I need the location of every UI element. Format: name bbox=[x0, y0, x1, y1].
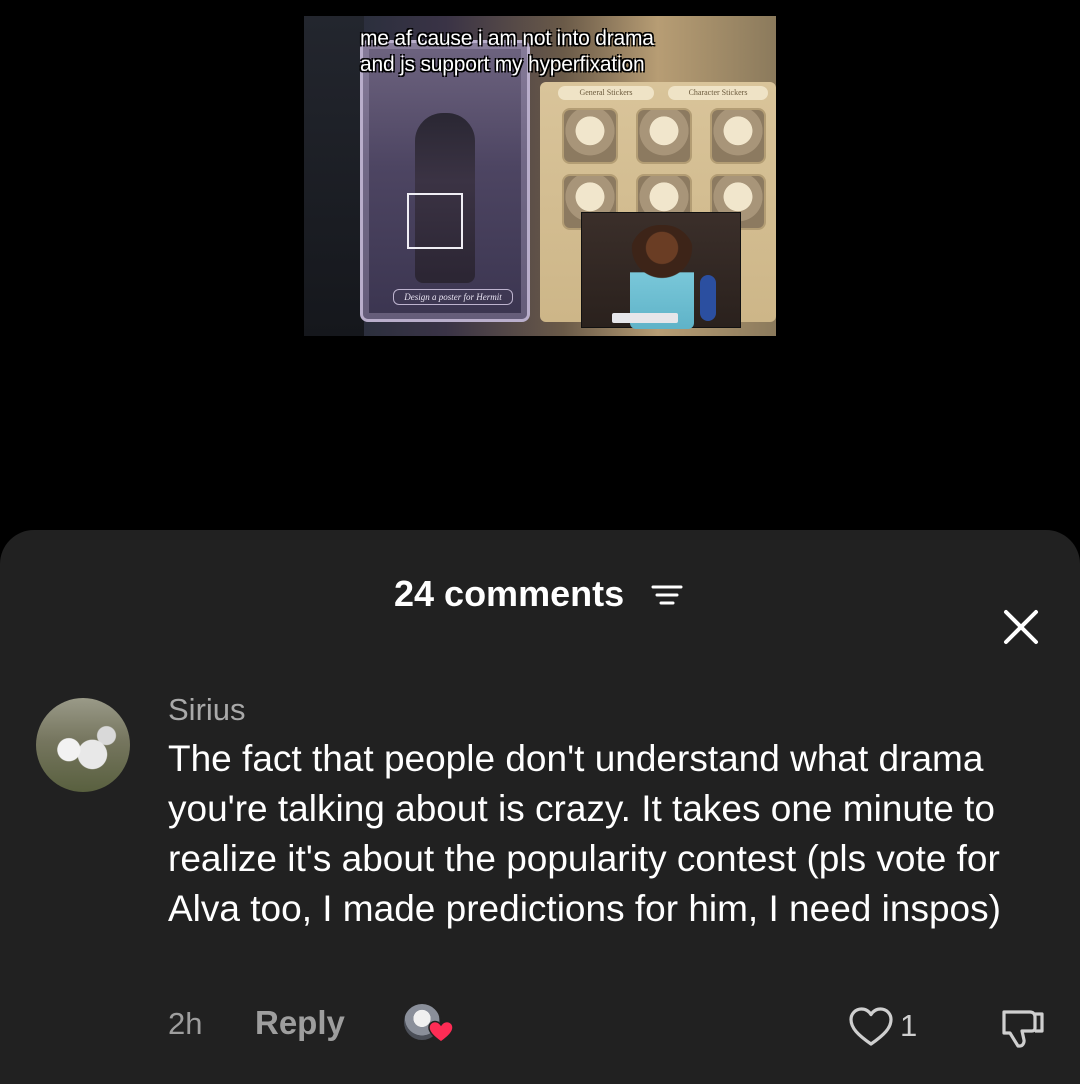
video-preview[interactable]: Design a poster for Hermit General Stick… bbox=[304, 16, 776, 336]
caption-line-1: me af cause i am not into drama bbox=[360, 27, 654, 50]
comments-header: 24 comments bbox=[0, 570, 1080, 644]
video-caption: me af cause i am not into drama and js s… bbox=[360, 26, 654, 78]
keyboard bbox=[612, 313, 678, 323]
sort-lines-icon[interactable] bbox=[650, 582, 684, 608]
reply-button[interactable]: Reply bbox=[255, 1002, 345, 1044]
thumbs-down-icon[interactable] bbox=[1000, 1004, 1046, 1050]
poster-caption: Design a poster for Hermit bbox=[393, 289, 513, 305]
comment-timestamp: 2h bbox=[168, 1006, 203, 1041]
comments-sheet: 24 comments Sirius The fact that people … bbox=[0, 530, 1080, 1084]
sticker-item bbox=[562, 108, 618, 164]
heart-outline-icon[interactable] bbox=[848, 1006, 894, 1048]
facecam-overlay bbox=[581, 212, 741, 329]
commenter-avatar[interactable] bbox=[36, 698, 130, 792]
tab-character-stickers: Character Stickers bbox=[668, 86, 768, 100]
microphone bbox=[700, 275, 716, 321]
heart-filled-icon bbox=[428, 1020, 454, 1043]
game-poster-frame: Design a poster for Hermit bbox=[360, 40, 530, 322]
comments-count: 24 comments bbox=[394, 573, 625, 614]
creator-liked-badge bbox=[402, 1002, 454, 1046]
sticker-selection-box bbox=[407, 193, 463, 249]
close-icon[interactable] bbox=[1002, 608, 1040, 646]
caption-line-2: and js support my hyperfixation bbox=[360, 53, 645, 76]
like-count: 1 bbox=[900, 1008, 918, 1043]
video-left-edge bbox=[304, 16, 364, 336]
sticker-item bbox=[636, 108, 692, 164]
tab-general-stickers: General Stickers bbox=[558, 86, 654, 100]
comment-text: The fact that people don't understand wh… bbox=[168, 738, 1001, 929]
commenter-username[interactable]: Sirius bbox=[168, 690, 246, 730]
screen: Design a poster for Hermit General Stick… bbox=[0, 0, 1080, 1084]
sticker-item bbox=[710, 108, 766, 164]
